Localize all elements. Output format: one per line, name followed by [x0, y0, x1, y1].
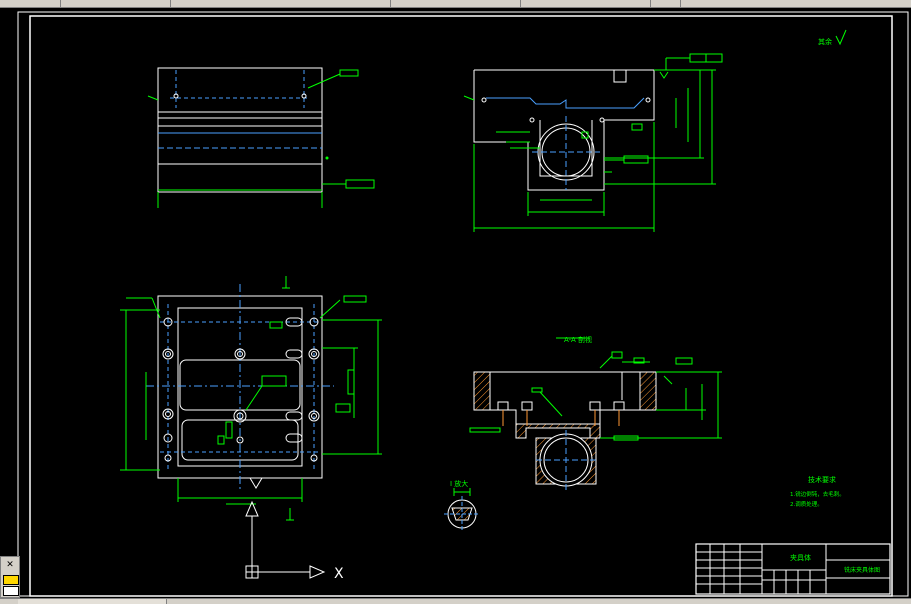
- view-top-left: [147, 67, 375, 208]
- technical-requirements: 技术要求 1.锐边倒钝，去毛刺。 2.调质处理。: [790, 475, 845, 508]
- toolbar-group-linetype[interactable]: [520, 0, 651, 7]
- view-bottom-left: [120, 276, 382, 521]
- cad-window: A-A 剖视 I 放大 其余 技术要求 1.锐边倒钝，去毛刺。 2.调质处理。: [0, 0, 911, 604]
- roughness-symbol-icon: [835, 29, 847, 46]
- palette-icon-2[interactable]: [3, 586, 19, 596]
- ucs-x-label: X: [334, 566, 344, 582]
- tech-title: 技术要求: [808, 475, 836, 484]
- toolbar-strip[interactable]: [0, 0, 911, 8]
- view-detail-i: [444, 488, 480, 532]
- close-icon[interactable]: ✕: [4, 560, 16, 570]
- view-section-aa: [469, 337, 722, 490]
- drawing-canvas[interactable]: A-A 剖视 I 放大 其余 技术要求 1.锐边倒钝，去毛刺。 2.调质处理。: [0, 8, 911, 598]
- tab-layout1[interactable]: [76, 599, 113, 604]
- tech-line-1: 1.锐边倒钝，去毛刺。: [790, 490, 845, 498]
- toolbar-group-misc[interactable]: [650, 0, 681, 7]
- layout-tab-bar[interactable]: [0, 598, 911, 604]
- toolbar-group-file[interactable]: [0, 0, 61, 7]
- toolbar-group-style[interactable]: [390, 0, 521, 7]
- tab-layout2[interactable]: [112, 599, 167, 604]
- title-part-name: 夹具体: [790, 553, 811, 562]
- tool-palette[interactable]: ✕: [0, 556, 20, 598]
- title-drawing-name: 铣床夹具体图: [844, 566, 880, 574]
- view-top-right: [463, 53, 723, 232]
- title-block: 夹具体 铣床夹具体图: [695, 543, 891, 595]
- tab-nav-prev[interactable]: [18, 599, 45, 604]
- tech-line-2: 2.调质处理。: [790, 500, 823, 508]
- surface-roughness-mark: 其余: [818, 37, 832, 46]
- detail-label: I 放大: [450, 479, 468, 488]
- section-label: A-A 剖视: [564, 335, 592, 344]
- palette-icon[interactable]: [3, 575, 19, 585]
- tab-model[interactable]: [44, 599, 77, 604]
- toolbar-group-layer[interactable]: [60, 0, 171, 7]
- toolbar-group-props[interactable]: [330, 0, 391, 7]
- ucs-icon: X: [245, 500, 344, 582]
